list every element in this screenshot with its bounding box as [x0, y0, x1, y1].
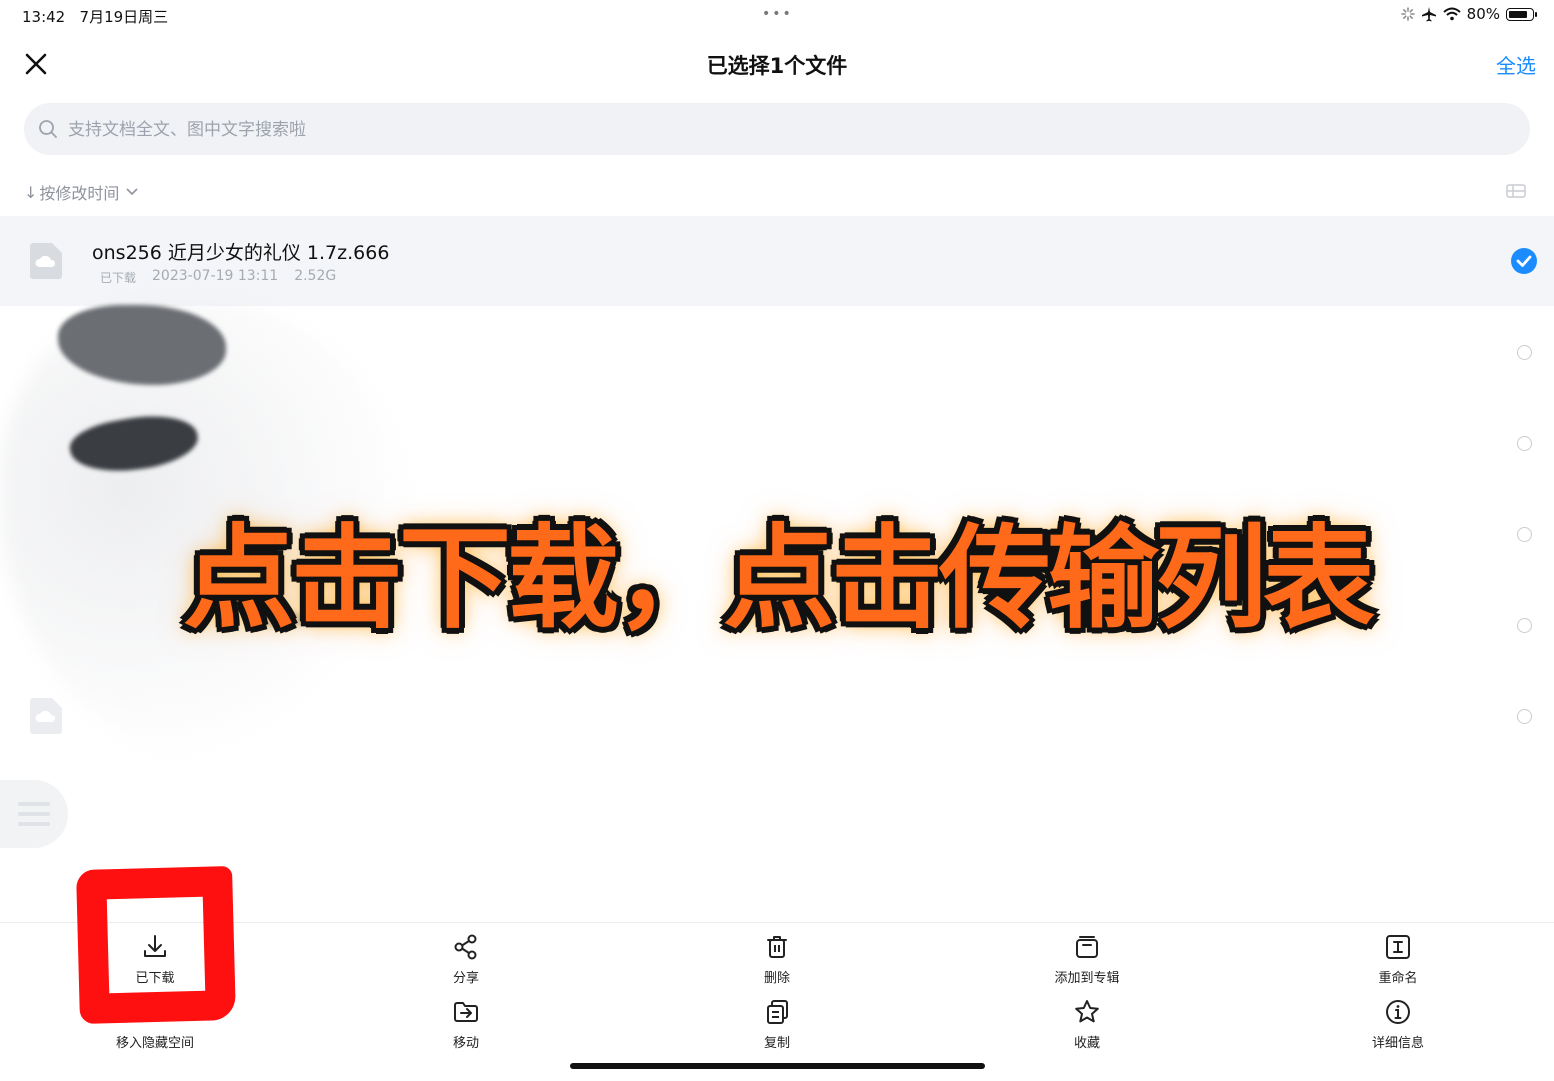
file-name: ons256 近月少女的礼仪 1.7z.666 [92, 242, 390, 264]
add-to-album-label: 添加到专辑 [1054, 971, 1120, 986]
copy-icon [767, 1000, 788, 1024]
unselected-checkbox[interactable] [1517, 709, 1532, 724]
file-modified: 2023-07-19 13:11 [152, 268, 279, 284]
delete-button[interactable]: 删除 [717, 933, 837, 986]
rename-button[interactable]: 重命名 [1338, 933, 1458, 986]
favorite-label: 收藏 [1073, 1036, 1100, 1051]
checkmark-icon [1516, 255, 1532, 267]
info-icon [1386, 1000, 1410, 1024]
page-title: 已选择1个文件 [706, 54, 848, 78]
status-icons: 80% [1400, 5, 1537, 23]
search-icon [39, 120, 57, 138]
sort-dropdown[interactable]: ↓ 按修改时间 [24, 180, 139, 204]
move-folder-icon [454, 1002, 478, 1022]
battery-icon [1506, 7, 1537, 21]
share-icon [454, 934, 477, 960]
view-mode-icon[interactable] [1506, 183, 1526, 199]
star-icon [1075, 1000, 1099, 1023]
copy-button[interactable]: 复制 [717, 998, 837, 1051]
overlay-caption: 点击下载，点击传输列表 [183, 514, 1375, 644]
sort-arrow-icon: ↓ [24, 182, 38, 202]
airplane-icon [1421, 7, 1436, 22]
file-row[interactable]: ons256 近月少女的礼仪 1.7z.666 已下载 2023-07-19 1… [0, 216, 1554, 306]
move-to-hidden-label: 移入隐藏空间 [115, 1036, 194, 1051]
file-meta: 已下载 2023-07-19 13:11 2.52G [100, 268, 336, 286]
search-bar[interactable] [24, 103, 1530, 157]
select-all-button[interactable]: 全选 [1496, 50, 1536, 79]
home-indicator[interactable] [570, 1063, 985, 1069]
move-button[interactable]: 移动 [406, 998, 526, 1051]
sort-label: 按修改时间 [39, 184, 120, 203]
side-menu-button[interactable] [0, 780, 68, 848]
battery-percent: 80% [1466, 5, 1500, 23]
selected-checkbox[interactable] [1511, 248, 1537, 274]
loading-icon [1400, 7, 1415, 21]
move-label: 移动 [452, 1036, 479, 1051]
status-bar: 13:42 7月19日周三 ••• 80% [0, 0, 1554, 32]
trash-icon [767, 936, 787, 958]
details-button[interactable]: 详细信息 [1338, 998, 1458, 1051]
rename-label: 重命名 [1378, 971, 1418, 986]
header: 已选择1个文件 全选 [0, 38, 1554, 92]
share-button[interactable]: 分享 [406, 933, 526, 986]
share-label: 分享 [452, 971, 479, 986]
download-status: 已下载 [100, 271, 137, 285]
search-input[interactable] [66, 103, 1470, 157]
cloud-file-icon [30, 243, 62, 279]
chevron-down-icon [126, 188, 138, 196]
copy-label: 复制 [763, 1036, 790, 1051]
album-icon [1076, 936, 1098, 958]
delete-label: 删除 [763, 971, 790, 986]
rename-icon [1386, 935, 1410, 959]
add-to-album-button[interactable]: 添加到专辑 [1027, 933, 1147, 986]
favorite-button[interactable]: 收藏 [1027, 998, 1147, 1051]
status-time: 13:42 7月19日周三 [22, 8, 169, 26]
multitasking-dots[interactable]: ••• [762, 6, 793, 22]
details-label: 详细信息 [1371, 1036, 1424, 1051]
cloud-file-icon [30, 698, 62, 734]
wifi-icon [1442, 7, 1461, 21]
file-size: 2.52G [294, 268, 337, 284]
unselected-checkbox[interactable] [1517, 436, 1532, 451]
highlight-box [76, 865, 236, 1025]
unselected-checkbox[interactable] [1517, 345, 1532, 360]
